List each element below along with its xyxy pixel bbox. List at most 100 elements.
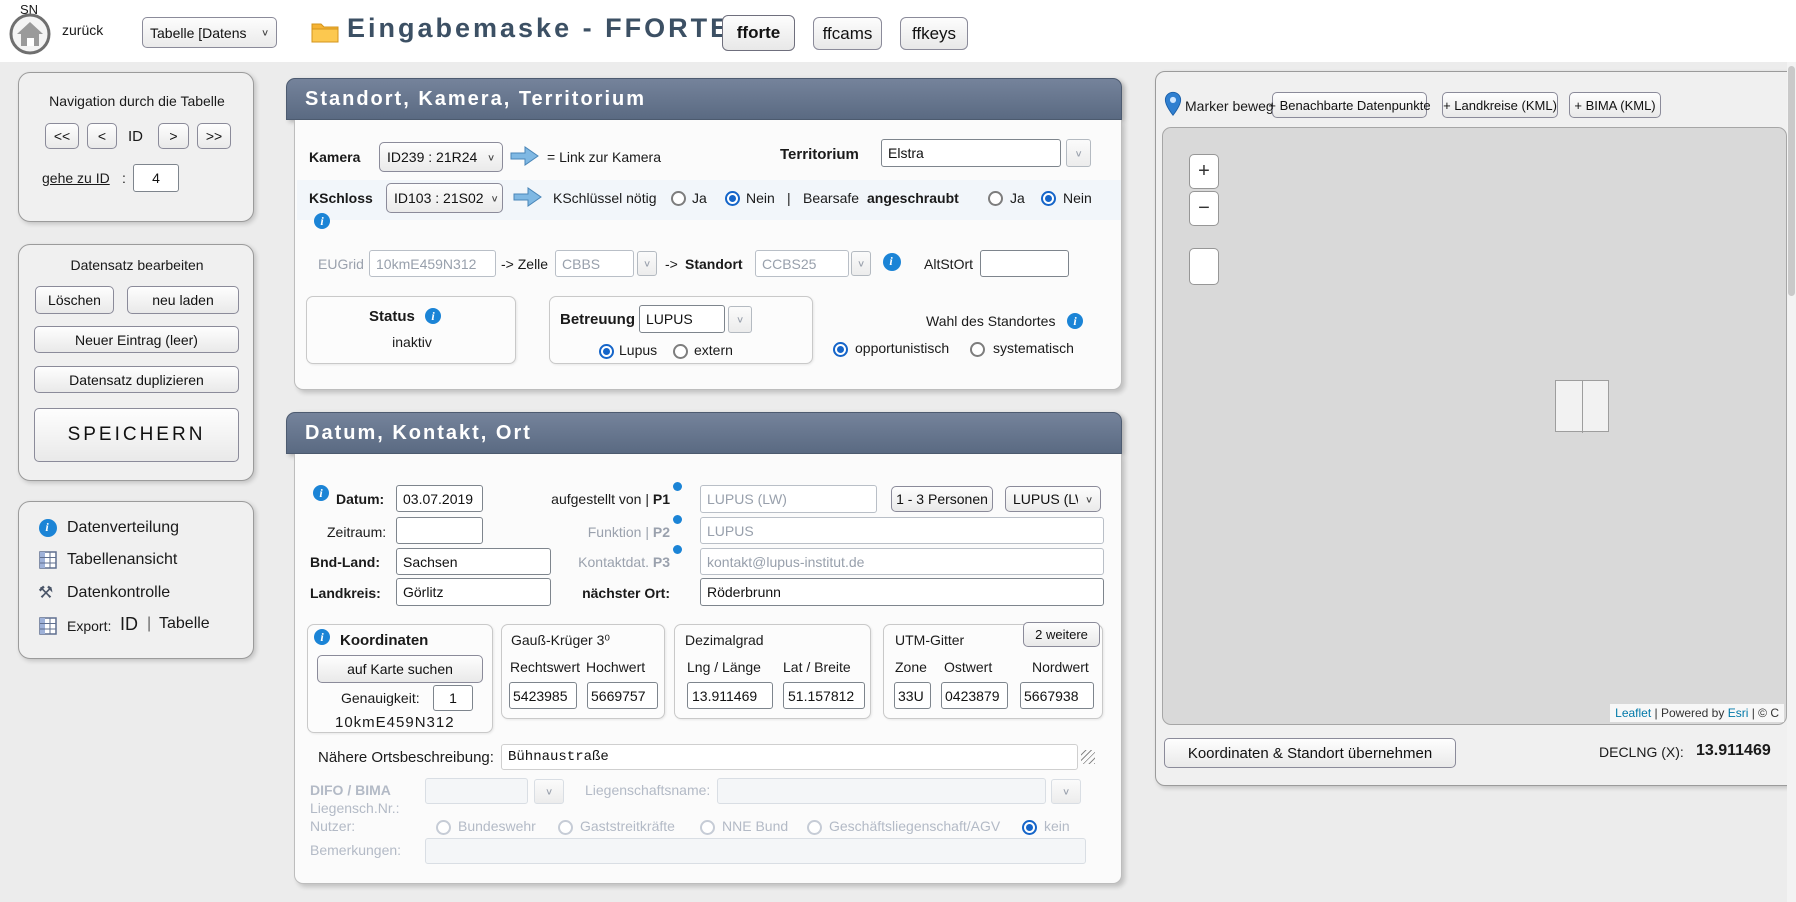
- datenpunkte-button[interactable]: + Benachbarte Datenpunkte: [1272, 92, 1427, 118]
- betreuung-input[interactable]: [639, 305, 725, 333]
- p1-info-icon[interactable]: [673, 482, 682, 491]
- territorium-dropdown-button[interactable]: [1066, 139, 1091, 167]
- bima-kml-button[interactable]: + BIMA (KML): [1569, 92, 1661, 118]
- koordinaten-info-icon[interactable]: [314, 629, 330, 645]
- resize-grip-icon[interactable]: [1081, 750, 1095, 764]
- kschloss-link-arrow-icon[interactable]: [513, 186, 543, 213]
- apply-coordinates-button[interactable]: Koordinaten & Standort übernehmen: [1164, 738, 1456, 768]
- zeitraum-input[interactable]: [396, 517, 483, 544]
- scrollbar-track[interactable]: [1787, 62, 1796, 902]
- genauigkeit-input[interactable]: [433, 685, 473, 711]
- app-button-ffcams[interactable]: ffcams: [813, 17, 882, 50]
- camera-link-arrow-icon[interactable]: [510, 145, 540, 172]
- app-button-ffkeys[interactable]: ffkeys: [900, 17, 968, 50]
- map-canvas[interactable]: + − Leaflet | Powered by Esri | © C: [1162, 127, 1787, 725]
- datum-input[interactable]: [396, 485, 483, 512]
- kschluessel-ja-label[interactable]: Ja: [692, 190, 707, 206]
- gk-hochwert-input[interactable]: [587, 682, 658, 709]
- declng-label: DECLNG (X):: [1599, 744, 1684, 760]
- nav-id-label: ID: [128, 128, 143, 145]
- kschluessel-nein-radio[interactable]: [725, 191, 740, 206]
- goto-id-input[interactable]: [133, 164, 179, 192]
- nav-prev-button[interactable]: <: [87, 123, 117, 149]
- p1-select[interactable]: LUPUS (LW: [1005, 486, 1101, 512]
- wahl-opportunistisch-label[interactable]: opportunistisch: [855, 340, 949, 356]
- datenverteilung-link[interactable]: Datenverteilung: [67, 519, 179, 537]
- tabellenansicht-link[interactable]: Tabellenansicht: [67, 551, 177, 569]
- home-icon[interactable]: [8, 12, 52, 56]
- wahl-systematisch-radio[interactable]: [970, 342, 985, 357]
- utm-zone-input[interactable]: [894, 682, 931, 709]
- nav-next-button[interactable]: >: [158, 123, 189, 149]
- nav-last-button[interactable]: >>: [197, 123, 231, 149]
- betreuung-extern-label[interactable]: extern: [694, 342, 733, 358]
- kschloss-select[interactable]: ID103 : 21S02: [386, 183, 503, 213]
- bearsafe-nein-radio[interactable]: [1041, 191, 1056, 206]
- p2-input[interactable]: [700, 517, 1104, 544]
- landkreise-kml-button[interactable]: + Landkreise (KML): [1442, 92, 1558, 118]
- leaflet-link[interactable]: Leaflet: [1615, 706, 1651, 720]
- table-select[interactable]: Tabelle [Datens: [142, 17, 277, 48]
- datum-label: Datum:: [336, 491, 384, 507]
- utm-ostwert-input[interactable]: [941, 682, 1008, 709]
- ort-input[interactable]: [700, 578, 1104, 606]
- betreuung-lupus-label[interactable]: Lupus: [619, 342, 657, 358]
- landkreis-label: Landkreis:: [310, 585, 381, 601]
- karte-suchen-button[interactable]: auf Karte suchen: [317, 655, 483, 683]
- save-button[interactable]: SPEICHERN: [34, 408, 239, 462]
- export-tabelle-link[interactable]: Tabelle: [159, 615, 210, 633]
- dg-lng-input[interactable]: [687, 682, 773, 709]
- map-zoom-out-button[interactable]: −: [1189, 191, 1219, 226]
- standort-info-icon[interactable]: [883, 253, 901, 271]
- datenkontrolle-link[interactable]: Datenkontrolle: [67, 584, 170, 602]
- p3-input[interactable]: [700, 548, 1104, 575]
- betreuung-lupus-radio[interactable]: [599, 344, 614, 359]
- territorium-input[interactable]: [881, 139, 1061, 167]
- wahl-systematisch-label[interactable]: systematisch: [993, 340, 1074, 356]
- bearsafe-ja-radio[interactable]: [988, 191, 1003, 206]
- nutzer-kein-radio[interactable]: [1022, 820, 1037, 835]
- goto-id-link[interactable]: gehe zu ID: [42, 170, 110, 186]
- app-button-fforte[interactable]: fforte: [722, 15, 795, 51]
- nav-first-button[interactable]: <<: [45, 123, 79, 149]
- gauss-krueger-box: Gauß-Krüger 3⁰ Rechtswert Hochwert: [501, 624, 665, 719]
- camera-link-hint: = Link zur Kamera: [547, 149, 661, 165]
- wahl-opportunistisch-radio[interactable]: [833, 342, 848, 357]
- betreuung-dropdown-button[interactable]: [728, 306, 752, 333]
- nutzer-kein-label: kein: [1044, 818, 1070, 834]
- gk-rechtswert-input[interactable]: [509, 682, 577, 709]
- bearsafe-nein-label[interactable]: Nein: [1063, 190, 1092, 206]
- personen-button[interactable]: 1 - 3 Personen: [891, 486, 993, 512]
- utm-nordwert-input[interactable]: [1020, 682, 1094, 709]
- betreuung-extern-radio[interactable]: [673, 344, 688, 359]
- kschluessel-nein-label[interactable]: Nein: [746, 190, 775, 206]
- bearsafe-label: Bearsafe: [803, 190, 859, 206]
- export-id-link[interactable]: ID: [120, 614, 138, 635]
- p3-info-icon[interactable]: [673, 545, 682, 554]
- status-info-icon[interactable]: [425, 308, 441, 324]
- zelle-dropdown-button[interactable]: [637, 251, 657, 276]
- bearsafe-ja-label[interactable]: Ja: [1010, 190, 1025, 206]
- reload-button[interactable]: neu laden: [127, 286, 239, 314]
- standort-dropdown-button[interactable]: [851, 251, 871, 276]
- kamera-select[interactable]: ID239 : 21R24: [379, 142, 503, 172]
- kschloss-info-icon[interactable]: [314, 213, 330, 229]
- dg-lat-input[interactable]: [783, 682, 865, 709]
- new-entry-button[interactable]: Neuer Eintrag (leer): [34, 326, 239, 353]
- back-link[interactable]: zurück: [62, 22, 103, 38]
- p1-input[interactable]: [700, 485, 877, 513]
- esri-link[interactable]: Esri: [1728, 706, 1749, 720]
- datum-info-icon[interactable]: [313, 485, 329, 501]
- wahl-info-icon[interactable]: [1067, 313, 1083, 329]
- p2-info-icon[interactable]: [673, 515, 682, 524]
- ortsbeschreibung-input[interactable]: [501, 744, 1078, 770]
- altstort-input[interactable]: [980, 250, 1069, 277]
- map-zoom-in-button[interactable]: +: [1189, 154, 1219, 189]
- delete-button[interactable]: Löschen: [35, 286, 114, 314]
- duplicate-button[interactable]: Datensatz duplizieren: [34, 366, 239, 393]
- utm-more-button[interactable]: 2 weitere: [1023, 622, 1100, 647]
- ortsbeschreibung-label: Nähere Ortsbeschreibung:: [318, 749, 494, 766]
- scrollbar-thumb[interactable]: [1788, 66, 1795, 296]
- map-control-button[interactable]: [1189, 248, 1219, 285]
- kschluessel-ja-radio[interactable]: [671, 191, 686, 206]
